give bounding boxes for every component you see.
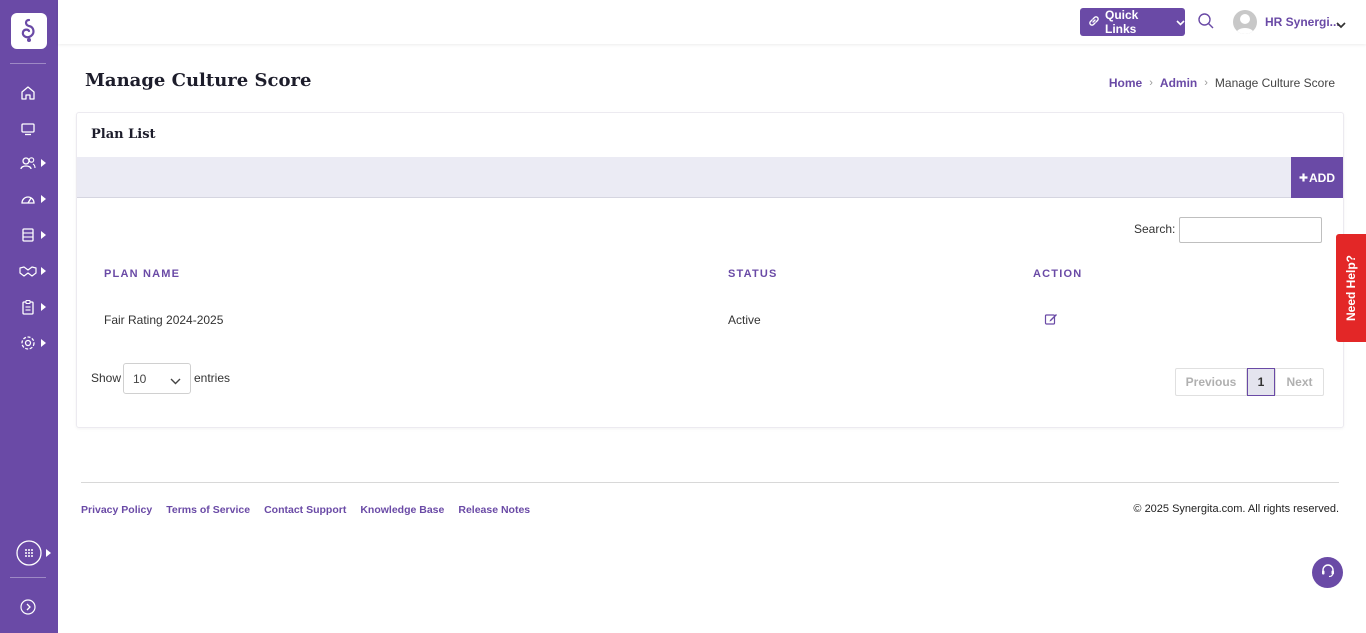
support-chat-button[interactable] xyxy=(1312,557,1343,588)
sidebar-item-home[interactable] xyxy=(0,78,58,108)
link-icon xyxy=(1088,15,1100,30)
entries-label: entries xyxy=(194,371,231,385)
sidebar-item-clipboard[interactable] xyxy=(0,292,58,322)
database-icon xyxy=(19,226,37,244)
card-toolbar: ADD xyxy=(77,157,1343,198)
add-button[interactable]: ADD xyxy=(1291,157,1343,198)
entries-per-page-select[interactable]: 10 xyxy=(123,363,191,394)
expand-caret-icon xyxy=(46,549,51,557)
expand-caret-icon xyxy=(41,267,46,275)
quick-links-button[interactable]: Quick Links xyxy=(1080,8,1185,36)
column-header-plan-name[interactable]: PLAN NAME xyxy=(104,268,180,280)
sidebar-item-monitor[interactable] xyxy=(0,114,58,144)
expand-caret-icon xyxy=(41,303,46,311)
plan-list-card: Plan List ADD Search: PLAN NAME STATUS A… xyxy=(76,112,1344,428)
page-title: Manage Culture Score xyxy=(85,70,312,91)
sidebar-item-dashboard[interactable] xyxy=(0,184,58,214)
home-icon xyxy=(19,84,37,102)
copyright-text: © 2025 Synergita.com. All rights reserve… xyxy=(1133,503,1339,515)
breadcrumb-current: Manage Culture Score xyxy=(1214,76,1335,90)
sidebar xyxy=(0,0,58,633)
synergita-logo[interactable] xyxy=(11,13,47,49)
expand-caret-icon xyxy=(41,231,46,239)
monitor-icon xyxy=(19,120,37,138)
expand-caret-icon xyxy=(41,339,46,347)
breadcrumb: Home › Admin › Manage Culture Score xyxy=(1109,76,1335,90)
pagination: Previous 1 Next xyxy=(1175,368,1324,396)
sidebar-item-users[interactable] xyxy=(0,148,58,178)
cell-status: Active xyxy=(728,313,761,327)
expand-arrow-icon xyxy=(19,598,37,616)
headset-icon xyxy=(1320,562,1336,583)
quick-links-label: Quick Links xyxy=(1105,8,1139,36)
previous-page-button[interactable]: Previous xyxy=(1175,368,1247,396)
avatar[interactable] xyxy=(1233,10,1257,34)
chevron-down-icon xyxy=(1176,15,1185,29)
expand-caret-icon xyxy=(41,195,46,203)
entries-value: 10 xyxy=(133,371,147,386)
knowledge-base-link[interactable]: Knowledge Base xyxy=(360,504,444,516)
footer-links: Privacy Policy Terms of Service Contact … xyxy=(81,504,530,516)
users-icon xyxy=(19,154,37,172)
sidebar-divider xyxy=(10,63,46,64)
top-bar: Quick Links HR Synergi... xyxy=(58,0,1366,44)
search-input[interactable] xyxy=(1179,217,1322,243)
terms-of-service-link[interactable]: Terms of Service xyxy=(166,504,250,516)
page-1-button[interactable]: 1 xyxy=(1247,368,1275,396)
need-help-label: Need Help? xyxy=(1344,254,1359,322)
add-button-label: ADD xyxy=(1309,170,1335,185)
clipboard-icon xyxy=(19,298,37,316)
contact-support-link[interactable]: Contact Support xyxy=(264,504,346,516)
column-header-status[interactable]: STATUS xyxy=(728,268,778,280)
sidebar-item-handshake[interactable] xyxy=(0,256,58,286)
search-label: Search: xyxy=(1134,222,1176,236)
plus-icon xyxy=(1299,171,1308,185)
footer-divider xyxy=(81,482,1339,483)
search-icon[interactable] xyxy=(1197,12,1217,32)
settings-icon xyxy=(19,334,37,352)
expand-caret-icon xyxy=(41,159,46,167)
cell-plan-name: Fair Rating 2024-2025 xyxy=(104,313,224,327)
sidebar-item-apps[interactable] xyxy=(0,538,58,568)
edit-icon[interactable] xyxy=(1044,312,1058,326)
show-label: Show xyxy=(91,371,122,385)
grid-apps-icon xyxy=(16,540,42,566)
sidebar-expand-toggle[interactable] xyxy=(0,592,58,622)
sidebar-divider xyxy=(10,577,46,578)
chevron-down-icon[interactable] xyxy=(1336,16,1346,34)
card-title: Plan List xyxy=(91,127,156,142)
dashboard-gauge-icon xyxy=(19,190,37,208)
need-help-tab[interactable]: Need Help? xyxy=(1336,234,1366,342)
logo-icon xyxy=(21,18,35,42)
sidebar-item-settings[interactable] xyxy=(0,328,58,358)
column-header-action: ACTION xyxy=(1033,268,1083,280)
privacy-policy-link[interactable]: Privacy Policy xyxy=(81,504,152,516)
sidebar-item-database[interactable] xyxy=(0,220,58,250)
breadcrumb-admin[interactable]: Admin xyxy=(1160,76,1197,90)
handshake-icon xyxy=(19,262,37,280)
user-name[interactable]: HR Synergi... xyxy=(1265,15,1340,29)
chevron-right-icon: › xyxy=(1204,77,1208,89)
breadcrumb-home[interactable]: Home xyxy=(1109,76,1142,90)
release-notes-link[interactable]: Release Notes xyxy=(458,504,530,516)
next-page-button[interactable]: Next xyxy=(1275,368,1324,396)
chevron-down-icon xyxy=(170,374,181,388)
chevron-right-icon: › xyxy=(1149,77,1153,89)
